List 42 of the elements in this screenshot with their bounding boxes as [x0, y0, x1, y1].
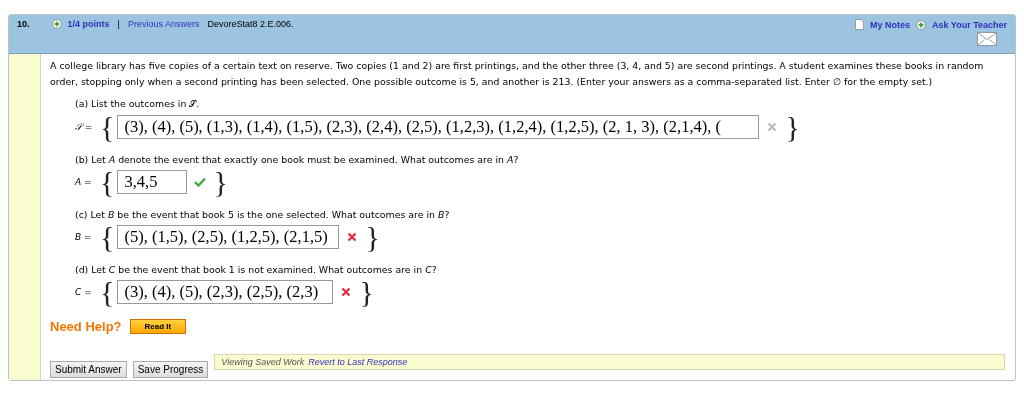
close-brace: } [359, 277, 374, 307]
plus-icon [915, 19, 926, 30]
read-it-button[interactable]: Read It [129, 319, 187, 334]
form-button[interactable]: Save Progress [132, 361, 209, 378]
problem-id: DevoreStat8 2.E.006. [207, 19, 294, 29]
ask-teacher-link[interactable]: Ask Your Teacher [931, 19, 1007, 30]
check-icon [194, 177, 207, 187]
open-brace: { [100, 112, 115, 142]
open-brace: { [100, 222, 115, 252]
cross-icon [341, 287, 352, 297]
answer-field[interactable]: (3), (4), (5), (1,3), (1,4), (1,5), (2,3), (2,4), (2,5), (1,2,3), (1,2,4), (1,2,5), (2, 1, 3), (2,1,4), ( [117, 115, 760, 139]
mail-icon[interactable] [977, 32, 997, 46]
my-notes-link[interactable]: My Notes [869, 19, 910, 30]
set-symbol: 𝒮 = [75, 121, 94, 133]
set-symbol: C = [75, 287, 93, 297]
part-question: (a) List the outcomes in 𝒮. [75, 98, 201, 110]
close-brace: } [785, 112, 800, 142]
answer-field[interactable]: (3), (4), (5), (2,3), (2,5), (2,3) [117, 280, 334, 304]
part-question: (d) Let C be the event that book 1 is not examined. What outcomes are in C? [75, 264, 438, 275]
points-link[interactable]: 1/4 points [67, 19, 110, 29]
part-question: (b) Let A denote the event that exactly one book must be examined. What outcomes are in A? [75, 154, 520, 165]
saved-work-text: Viewing Saved Work [221, 357, 305, 367]
previous-answers-link[interactable]: Previous Answers [127, 19, 200, 29]
form-button[interactable]: Submit Answer [50, 361, 127, 378]
set-symbol: A = [75, 177, 93, 187]
answer-field[interactable]: (5), (1,5), (2,5), (1,2,5), (2,1,5) [117, 225, 340, 249]
close-brace: } [365, 222, 380, 252]
open-brace: { [100, 167, 115, 197]
revert-link[interactable]: Revert to Last Response [308, 357, 408, 367]
clear-icon [767, 122, 778, 132]
question-text: A college library has five copies of a certain text on reserve. Two copies (1 and 2) are first printings, and the other three (3, 4, and 5) are second printings. A student examines these books in random order, stopping only when a second printing has been selected. One possible outcome is 5, and another is 213. (Enter your answers as a comma-separated list. Enter ∅ for the empty set.) [50, 59, 985, 89]
need-help-label: Need Help? [50, 319, 122, 334]
set-symbol: B = [75, 232, 93, 242]
close-brace: } [213, 167, 228, 197]
note-icon [854, 19, 864, 30]
separator: | [117, 19, 120, 29]
part-question: (c) Let B be the event that book 5 is the one selected. What outcomes are in B? [75, 209, 451, 220]
cross-icon [347, 232, 358, 242]
plus-icon [51, 19, 62, 29]
question-number: 10. [17, 19, 30, 29]
open-brace: { [100, 277, 115, 307]
answer-field[interactable]: 3,4,5 [117, 170, 188, 194]
